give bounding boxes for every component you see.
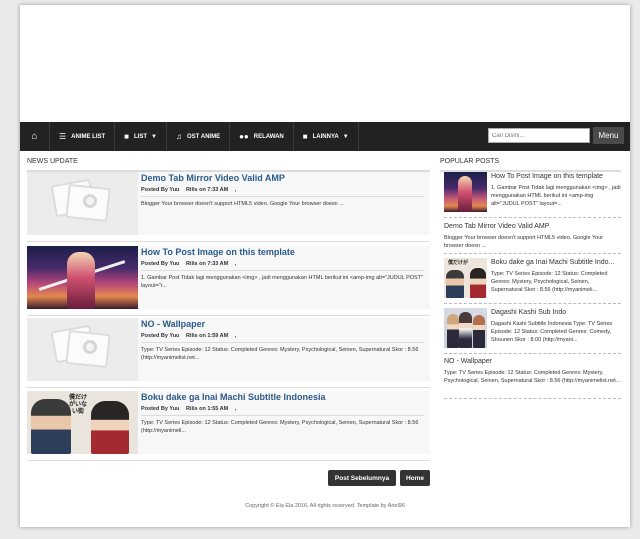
popular-post-snippet: Type: TV Series Episode: 12 Status: Comp… [491,271,608,293]
home-icon: ⌂ [31,131,38,142]
nav-label: ANIME LIST [71,133,106,140]
post-separator: , [234,406,237,412]
post-author: Posted By Yuu [141,187,180,193]
image-placeholder-icon [27,172,138,235]
previous-posts-button[interactable]: Post Sebelumnya [328,470,396,486]
popular-post-title-link[interactable]: Boku dake ga Inai Machi Subtitle Indo... [491,258,621,267]
post-item: NO - Wallpaper Posted By Yuu Rilis on 1:… [27,318,430,388]
nav-lainnya[interactable]: ■ LAINNYA ▼ [294,122,359,151]
post-meta: Posted By Yuu Rilis on 7:33 AM , [141,261,424,271]
image-placeholder-icon [27,318,138,381]
search-input[interactable] [488,128,590,143]
post-time: Rilis on 1:59 AM [185,333,229,339]
popular-post-snippet: Dagashi Kashi Subtitle Indonesia Type: T… [491,321,613,343]
popular-post-title-link[interactable]: How To Post Image on this template [491,172,621,181]
post-thumbnail[interactable] [27,318,138,381]
popular-post-item: How To Post Image on this template 1. Ga… [444,172,621,218]
popular-post-thumbnail[interactable] [444,308,487,348]
post-title-link[interactable]: How To Post Image on this template [141,247,424,259]
post-title-link[interactable]: NO - Wallpaper [141,319,424,331]
post-snippet: Type: TV Series Episode: 12 Status: Comp… [141,347,419,361]
footer-copyright: Copyright © Ela Ela 2016, All rights res… [245,503,405,509]
nav-label: LAINNYA [312,133,339,140]
post-thumbnail[interactable] [27,172,138,235]
popular-post-title-link[interactable]: Demo Tab Mirror Video Valid AMP [444,222,621,231]
boku-dake-poster-image: 僕だけがいない街 [27,391,138,454]
post-thumbnail[interactable] [27,246,138,309]
popular-post-snippet: Type: TV Series Episode: 12 Status: Comp… [444,370,621,384]
nav-ost-anime[interactable]: ♫ OST ANIME [167,122,231,151]
nav-home[interactable]: ⌂ [20,122,50,151]
post-time: Rilis on 7:33 AM [185,187,229,193]
list-icon: ☰ [59,132,67,141]
post-thumbnail[interactable]: 僕だけがいない街 [27,391,138,454]
popular-post-title-link[interactable]: NO - Wallpaper [444,357,621,366]
post-author: Posted By Yuu [141,406,180,412]
post-item: Demo Tab Mirror Video Valid AMP Posted B… [27,172,430,242]
popular-post-snippet: 1. Gambar Post Tidak lagi menggunakan <i… [491,185,621,207]
popular-posts-heading: POPULAR POSTS [440,158,500,165]
post-separator: , [234,261,237,267]
main-navbar: ⌂ ☰ ANIME LIST ■ LIST ▼ ♫ OST ANIME ●● R… [20,122,630,151]
poster-text: 僕だけが [448,260,469,266]
nav-list[interactable]: ■ LIST ▼ [115,122,167,151]
boku-dake-poster-image: 僕だけが [444,258,487,298]
folder-icon: ■ [124,132,130,141]
nav-label: LIST [134,133,148,140]
anime-sunset-image [27,246,138,309]
nav-label: RELAWAN [253,133,284,140]
home-button[interactable]: Home [400,470,430,486]
post-meta: Posted By Yuu Rilis on 1:55 AM , [141,406,424,416]
popular-post-item: NO - Wallpaper Type: TV Series Episode: … [444,357,621,399]
popular-post-snippet: Blogger Your browser doesn't support HTM… [444,235,604,249]
post-snippet: Type: TV Series Episode: 12 Status: Comp… [141,420,419,434]
dagashi-kashi-image [444,308,487,348]
news-update-heading: NEWS UPDATE [27,158,78,165]
popular-post-thumbnail[interactable] [444,172,487,212]
nav-label: OST ANIME [186,133,221,140]
post-separator: , [234,187,237,193]
popular-post-item: Dagashi Kashi Sub Indo Dagashi Kashi Sub… [444,308,621,354]
popular-post-thumbnail[interactable]: 僕だけが [444,258,487,298]
popular-post-item: Demo Tab Mirror Video Valid AMP Blogger … [444,222,621,254]
menu-button[interactable]: Menu [593,127,624,144]
post-time: Rilis on 7:33 AM [185,261,229,267]
post-separator: , [234,333,237,339]
anime-sunset-image [444,172,487,212]
post-meta: Posted By Yuu Rilis on 7:33 AM , [141,187,424,197]
post-author: Posted By Yuu [141,333,180,339]
post-title-link[interactable]: Boku dake ga Inai Machi Subtitle Indones… [141,392,424,404]
popular-post-title-link[interactable]: Dagashi Kashi Sub Indo [491,308,621,317]
header-banner [20,5,630,122]
nav-relawan[interactable]: ●● RELAWAN [230,122,294,151]
caret-down-icon: ▼ [342,133,349,140]
post-item: How To Post Image on this template Poste… [27,246,430,316]
post-time: Rilis on 1:55 AM [185,406,229,412]
nav-anime-list[interactable]: ☰ ANIME LIST [50,122,116,151]
caret-down-icon: ▼ [151,133,157,140]
popular-post-item: 僕だけが Boku dake ga Inai Machi Subtitle In… [444,258,621,304]
post-item: 僕だけがいない街 Boku dake ga Inai Machi Subtitl… [27,391,430,461]
folder-icon: ■ [302,132,308,141]
page-container: ⌂ ☰ ANIME LIST ■ LIST ▼ ♫ OST ANIME ●● R… [20,5,630,527]
music-icon: ♫ [175,132,182,141]
post-snippet: Blogger Your browser doesn't support HTM… [141,201,344,207]
post-author: Posted By Yuu [141,261,180,267]
post-meta: Posted By Yuu Rilis on 1:59 AM , [141,333,424,343]
post-snippet: 1. Gambar Post Tidak lagi menggunakan <i… [141,275,423,289]
poster-text: 僕だけがいない街 [68,395,87,415]
users-icon: ●● [239,132,249,141]
post-title-link[interactable]: Demo Tab Mirror Video Valid AMP [141,173,424,185]
